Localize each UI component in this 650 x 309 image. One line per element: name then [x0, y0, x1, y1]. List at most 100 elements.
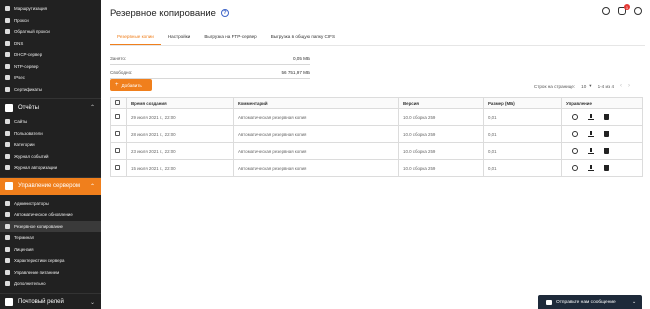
next-page-icon[interactable]: ›: [628, 83, 630, 89]
row-select-cell: [110, 159, 127, 177]
support-icon[interactable]: [602, 7, 610, 15]
cell-actions: [561, 108, 643, 126]
sidebar-item-dhcp[interactable]: DHCP-сервер: [0, 49, 101, 61]
account-icon[interactable]: [634, 7, 642, 15]
sidebar-item-ntp[interactable]: NTP-сервер: [0, 61, 101, 73]
sidebar-item-sites[interactable]: Сайты: [0, 116, 101, 128]
cell-actions: [561, 142, 643, 160]
top-icons: 1: [602, 4, 642, 15]
cell-actions: [561, 159, 643, 177]
tabs: Резервные копии Настройки Выгрузка на FT…: [110, 30, 645, 46]
table-header-row: Время создания Комментарий Версия Размер…: [110, 97, 643, 109]
chat-widget[interactable]: Отправьте нам сообщение ⌄: [538, 295, 642, 309]
download-icon[interactable]: [588, 148, 594, 154]
bell-icon[interactable]: 1: [618, 4, 630, 15]
col-comment[interactable]: Комментарий: [233, 97, 399, 109]
event-log-icon: [5, 153, 10, 159]
sidebar-section-server-management[interactable]: Управление сервером ⌃: [0, 176, 101, 195]
sidebar-item-categories[interactable]: Категории: [0, 139, 101, 151]
top-bar: Резервное копирование ?: [101, 0, 650, 26]
plus-icon: +: [115, 82, 119, 88]
col-created[interactable]: Время создания: [126, 97, 234, 109]
sidebar-item-certificates[interactable]: Сертификаты: [0, 84, 101, 96]
add-button[interactable]: + Добавить: [110, 79, 152, 91]
tab-settings[interactable]: Настройки: [161, 30, 198, 45]
trash-icon[interactable]: [604, 114, 609, 120]
prev-page-icon[interactable]: ‹: [620, 83, 622, 89]
cell-version: 10.0 сборка 259: [398, 108, 484, 126]
download-icon[interactable]: [588, 165, 594, 171]
sidebar-item-advanced[interactable]: Дополнительно: [0, 278, 101, 290]
table-row: 28 июля 2021 г., 22:00 Автоматическая ре…: [110, 125, 643, 143]
reverse-proxy-icon: [5, 29, 10, 35]
sidebar-item-terminal[interactable]: Терминал: [0, 232, 101, 244]
row-checkbox[interactable]: [115, 114, 120, 119]
restore-icon[interactable]: [572, 148, 578, 154]
col-actions: Управление: [561, 97, 643, 109]
sidebar-item-admins[interactable]: Администраторы: [0, 198, 101, 210]
used-value: 0,05 МБ: [292, 56, 310, 61]
sidebar-item-power[interactable]: Управление питанием: [0, 267, 101, 279]
col-size[interactable]: Размер (МБ): [483, 97, 562, 109]
help-icon[interactable]: ?: [220, 9, 229, 17]
tab-ftp-upload[interactable]: Выгрузка на FTP-сервер: [197, 30, 263, 45]
cell-comment: Автоматическая резервная копия: [233, 125, 399, 143]
dropdown-arrow-icon: ▾: [589, 83, 592, 88]
cell-created: 15 июля 2021 г., 22:00: [126, 159, 234, 177]
cell-size: 0,01: [483, 159, 562, 177]
sidebar-item-auth-log[interactable]: Журнал авторизации: [0, 162, 101, 174]
sidebar-item-event-log[interactable]: Журнал событий: [0, 151, 101, 163]
sidebar-item-proxy[interactable]: Прокси: [0, 15, 101, 27]
trash-icon[interactable]: [604, 148, 609, 154]
chevron-up-icon: ⌃: [89, 183, 95, 190]
sidebar-item-server-specs[interactable]: Характеристики сервера: [0, 255, 101, 267]
sidebar-item-license[interactable]: Лицензия: [0, 244, 101, 256]
cell-size: 0,01: [483, 125, 562, 143]
terminal-icon: [5, 235, 10, 241]
admin-icon: [5, 200, 10, 206]
sidebar-section-reports[interactable]: Отчёты ⌃: [0, 98, 101, 116]
row-select-cell: [110, 125, 127, 143]
row-checkbox[interactable]: [115, 165, 120, 170]
pagination: Строк на странице: 10 ▾ 1-4 из 4 ‹ ›: [534, 83, 630, 89]
sidebar-item-auto-update[interactable]: Автоматическое обновление: [0, 209, 101, 221]
row-checkbox[interactable]: [115, 148, 120, 153]
cell-created: 28 июля 2021 г., 22:00: [126, 125, 234, 143]
chat-label: Отправьте нам сообщение: [556, 299, 616, 305]
restore-icon[interactable]: [572, 131, 578, 137]
row-actions: [566, 148, 638, 154]
free-value: 56 751,97 МБ: [281, 70, 310, 75]
sidebar-item-dns[interactable]: DNS: [0, 38, 101, 50]
tab-cifs-upload[interactable]: Выгрузка в общую папку CIFS: [264, 30, 342, 45]
col-version[interactable]: Версия: [398, 97, 484, 109]
cell-size: 0,01: [483, 142, 562, 160]
tab-backups[interactable]: Резервные копии: [110, 30, 161, 45]
download-icon[interactable]: [588, 114, 594, 120]
trash-icon[interactable]: [604, 131, 609, 137]
ntp-icon: [5, 63, 10, 69]
sidebar-item-reverse-proxy[interactable]: Обратный прокси: [0, 26, 101, 38]
free-label: Свободно:: [110, 70, 133, 75]
row-checkbox[interactable]: [115, 131, 120, 136]
select-all-cell: [110, 97, 127, 109]
sidebar-item-ipsec[interactable]: IPsec: [0, 72, 101, 84]
sidebar-item-routing[interactable]: Маршрутизация: [0, 3, 101, 15]
cell-comment: Автоматическая резервная копия: [233, 142, 399, 160]
dhcp-icon: [5, 52, 10, 58]
sidebar-item-backup[interactable]: Резервное копирование: [0, 220, 101, 232]
restore-icon[interactable]: [572, 165, 578, 171]
main-content: Резервное копирование ? 1 Резервные копи…: [101, 0, 650, 309]
used-row: Занято: 0,05 МБ: [110, 53, 310, 65]
cell-version: 10.0 сборка 259: [398, 125, 484, 143]
sidebar-section-mail-relay[interactable]: Почтовый релей ⌄: [0, 292, 101, 309]
rows-per-page-select[interactable]: 10 ▾: [581, 83, 591, 89]
row-select-cell: [110, 108, 127, 126]
select-all-checkbox[interactable]: [115, 100, 120, 105]
trash-icon[interactable]: [604, 165, 609, 171]
sites-icon: [5, 119, 10, 125]
table-row: 29 июля 2021 г., 22:00 Автоматическая ре…: [110, 108, 643, 126]
restore-icon[interactable]: [572, 114, 578, 120]
proxy-icon: [5, 17, 10, 23]
sidebar-item-users[interactable]: Пользователи: [0, 128, 101, 140]
download-icon[interactable]: [588, 131, 594, 137]
